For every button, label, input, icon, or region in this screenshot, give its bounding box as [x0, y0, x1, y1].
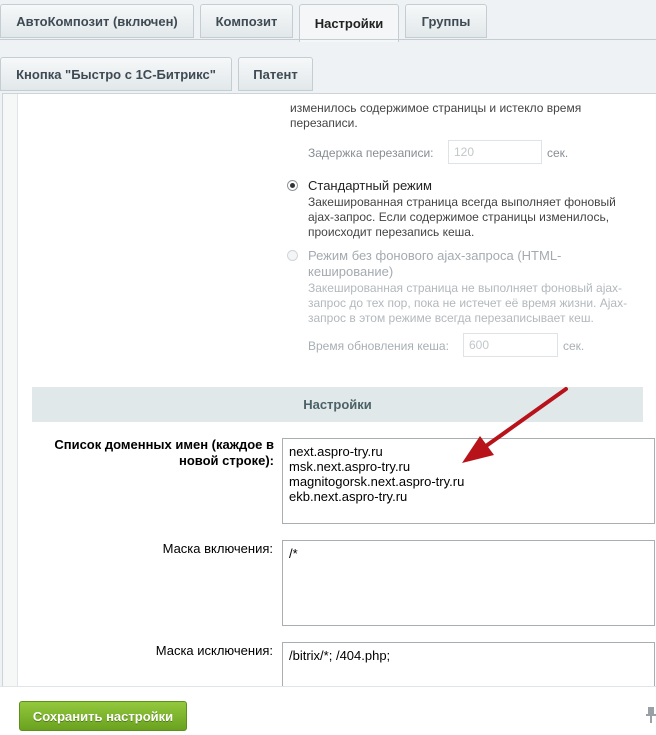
bottom-bar: Сохранить настройки	[0, 686, 656, 735]
save-settings-button[interactable]: Сохранить настройки	[19, 701, 187, 731]
annotation-arrow-icon	[462, 387, 568, 463]
pin-icon[interactable]	[646, 707, 656, 723]
